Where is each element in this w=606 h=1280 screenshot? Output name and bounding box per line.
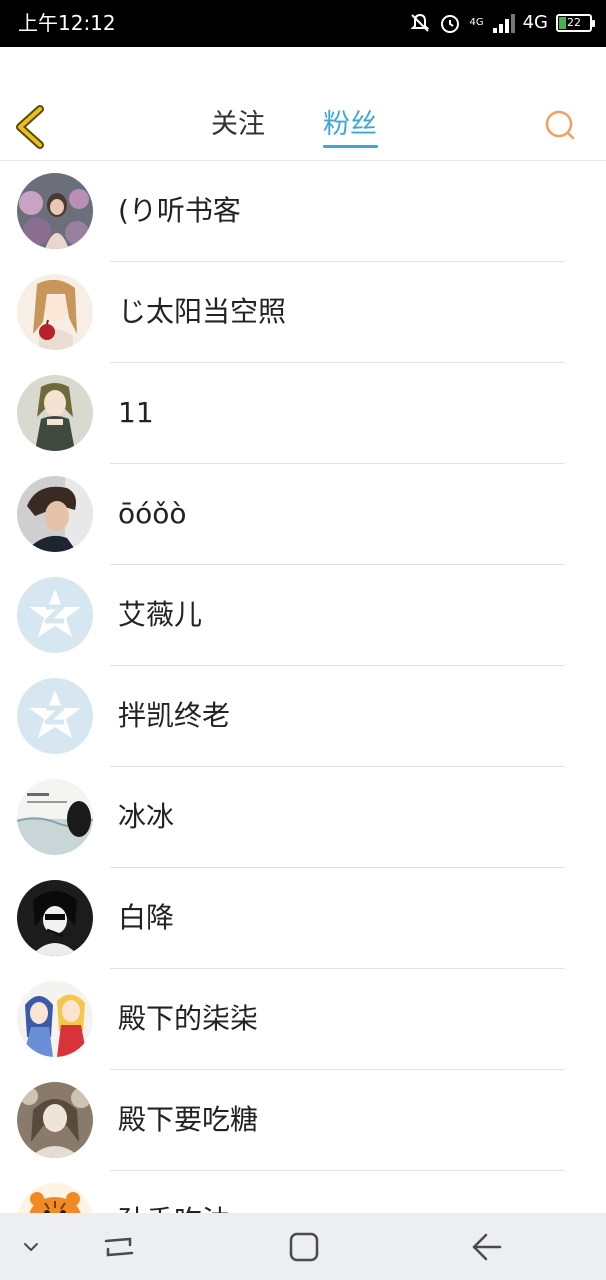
search-button[interactable] bbox=[540, 105, 580, 145]
tab-follow[interactable]: 关注 bbox=[211, 105, 265, 145]
list-item[interactable]: じ太阳当空照 bbox=[0, 262, 606, 363]
fan-name: じ太阳当空照 bbox=[118, 295, 287, 328]
fan-name: ōóǒò bbox=[118, 497, 187, 530]
active-tab-indicator bbox=[323, 145, 378, 148]
avatar bbox=[17, 476, 93, 552]
alarm-icon bbox=[439, 12, 461, 34]
list-item[interactable]: 拌凯终老 bbox=[0, 666, 606, 767]
avatar bbox=[17, 577, 93, 653]
list-item[interactable]: ōóǒò bbox=[0, 464, 606, 565]
list-item[interactable]: 11 bbox=[0, 363, 606, 464]
default-avatar-icon bbox=[17, 577, 93, 653]
avatar bbox=[17, 678, 93, 754]
tab-bar: 关注 粉丝 bbox=[0, 105, 606, 153]
network-small-label: 4G bbox=[469, 17, 484, 28]
header: 关注 粉丝 bbox=[0, 47, 606, 161]
search-icon bbox=[545, 110, 575, 140]
list-item[interactable]: 冰冰 bbox=[0, 767, 606, 868]
list-item[interactable]: 殿下要吃糖 bbox=[0, 1070, 606, 1171]
fan-name: 冰冰 bbox=[118, 800, 175, 833]
list-item[interactable]: 孙香吃油 bbox=[0, 1171, 606, 1213]
status-icons: 4G 4G 22 bbox=[409, 10, 595, 36]
fan-name: 11 bbox=[118, 396, 154, 429]
list-item[interactable]: (り听书客 bbox=[0, 161, 606, 262]
system-nav-bar bbox=[0, 1213, 606, 1280]
fan-name: 拌凯终老 bbox=[118, 699, 231, 732]
avatar bbox=[17, 1082, 93, 1158]
avatar bbox=[17, 274, 93, 350]
default-avatar-icon bbox=[17, 678, 93, 754]
list-item[interactable]: 殿下的柒柒 bbox=[0, 969, 606, 1070]
fan-name: (り听书客 bbox=[118, 194, 241, 227]
bell-muted-icon bbox=[409, 12, 431, 34]
recent-apps-button[interactable] bbox=[100, 1227, 140, 1267]
avatar bbox=[17, 1183, 93, 1213]
list-item[interactable]: 艾薇儿 bbox=[0, 565, 606, 666]
hide-nav-button[interactable] bbox=[18, 1227, 44, 1267]
fan-name: 白降 bbox=[118, 901, 175, 934]
chevron-down-icon bbox=[24, 1243, 38, 1251]
avatar bbox=[17, 375, 93, 451]
home-icon bbox=[289, 1232, 319, 1262]
arrow-left-icon bbox=[472, 1233, 502, 1261]
fan-name: 殿下的柒柒 bbox=[118, 1002, 259, 1035]
status-time: 上午12:12 bbox=[18, 11, 116, 35]
recent-apps-icon bbox=[104, 1237, 134, 1257]
signal-icon bbox=[492, 13, 515, 33]
fan-name: 艾薇儿 bbox=[118, 598, 203, 631]
fans-list: (り听书客 じ太阳当空照 11 ōóǒò 艾薇儿 拌凯终老 冰冰 白降 殿下的柒… bbox=[0, 161, 606, 1213]
fan-name: 殿下要吃糖 bbox=[118, 1103, 259, 1136]
fan-name: 孙香吃油 bbox=[118, 1202, 230, 1213]
back-nav-button[interactable] bbox=[466, 1227, 506, 1267]
home-button[interactable] bbox=[284, 1227, 324, 1267]
status-bar: 上午12:12 4G 4G 22 bbox=[0, 0, 606, 47]
battery-icon: 22 bbox=[556, 14, 595, 32]
avatar bbox=[17, 779, 93, 855]
network-label: 4G bbox=[522, 12, 548, 33]
avatar bbox=[17, 981, 93, 1057]
tab-fans[interactable]: 粉丝 bbox=[323, 105, 377, 145]
list-item[interactable]: 白降 bbox=[0, 868, 606, 969]
avatar bbox=[17, 173, 93, 249]
avatar bbox=[17, 880, 93, 956]
battery-level: 22 bbox=[567, 16, 581, 29]
